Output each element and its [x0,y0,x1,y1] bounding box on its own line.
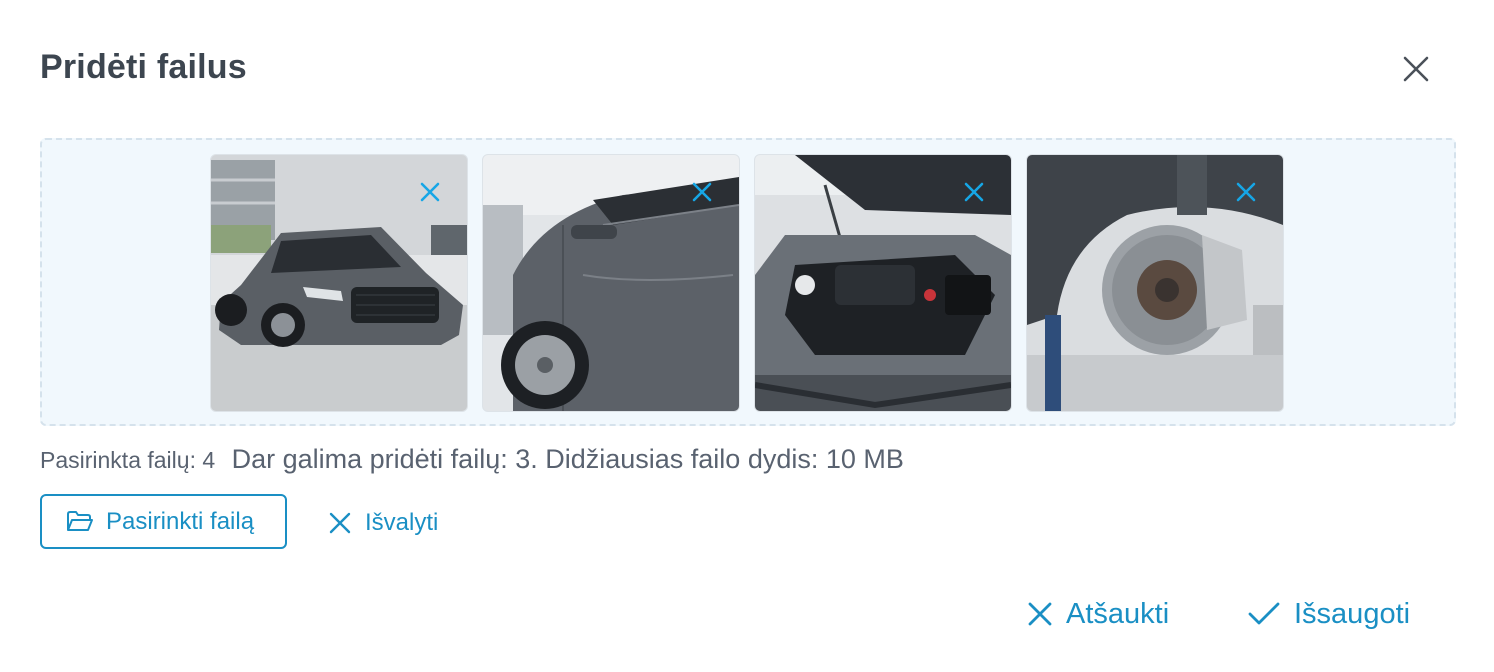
remove-thumbnail-button[interactable] [689,179,715,205]
close-icon [964,182,984,202]
close-icon [329,512,351,534]
clear-label: Išvalyti [365,509,439,536]
save-button[interactable]: Išsaugoti [1248,594,1410,634]
remove-thumbnail-button[interactable] [417,179,443,205]
dialog-title: Pridėti failus [40,48,247,86]
save-label: Išsaugoti [1294,597,1411,630]
check-icon [1248,602,1280,625]
limits-text: Dar galima pridėti failų: 3. Didžiausias… [231,444,904,474]
thumbnail-car-side [482,154,740,412]
pick-file-button[interactable]: Pasirinkti failą [40,494,287,549]
close-icon [1028,602,1052,626]
dialog-close-button[interactable] [1397,50,1435,88]
close-icon [1403,56,1429,82]
remove-thumbnail-button[interactable] [1233,179,1259,205]
close-icon [692,182,712,202]
remove-thumbnail-button[interactable] [961,179,987,205]
folder-open-icon [67,510,93,531]
thumbnail-car-front [210,154,468,412]
file-dropzone[interactable] [40,138,1456,426]
close-icon [420,182,440,202]
file-info: Pasirinkta failų: 4 Dar galima pridėti f… [40,444,904,475]
thumbnail-car-engine [754,154,1012,412]
close-icon [1236,182,1256,202]
cancel-label: Atšaukti [1066,597,1170,630]
selected-count-text: Pasirinkta failų: 4 [40,447,216,473]
clear-button[interactable]: Išvalyti [329,506,438,540]
cancel-button[interactable]: Atšaukti [1028,594,1169,634]
pick-file-label: Pasirinkti failą [106,507,255,535]
thumbnail-brake-disc [1026,154,1284,412]
